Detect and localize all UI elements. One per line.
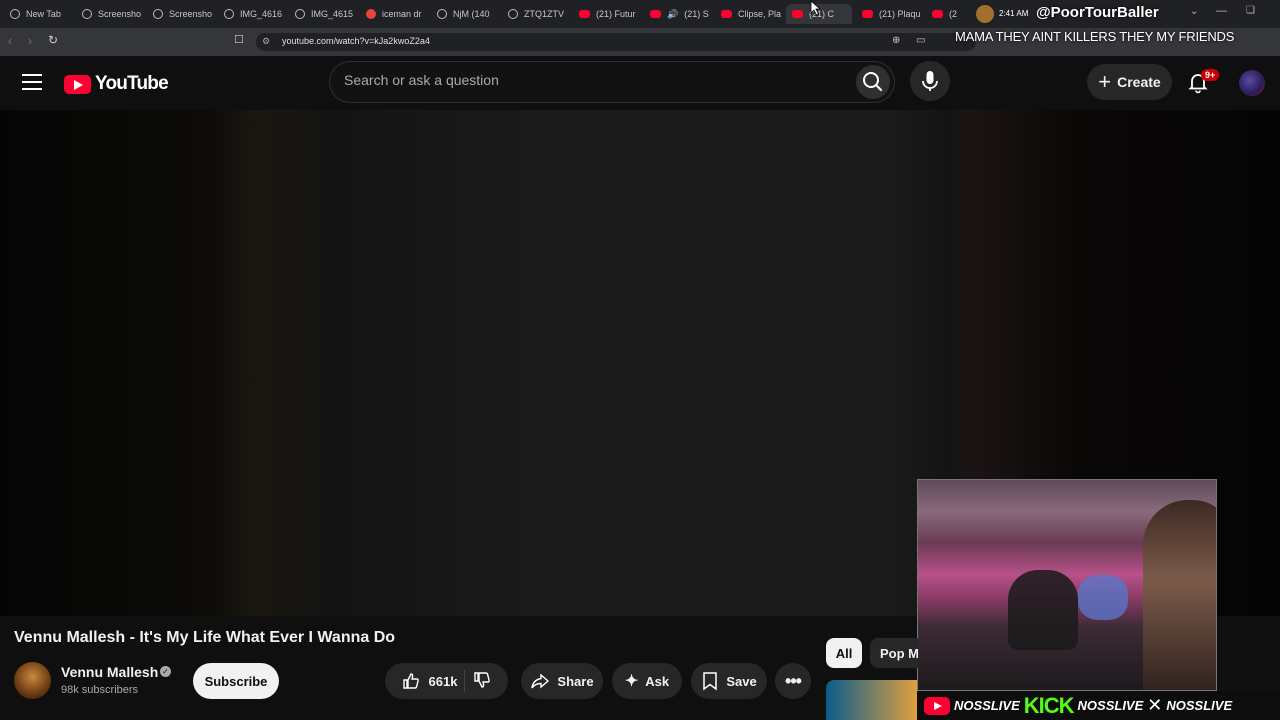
chip-all[interactable]: All — [826, 638, 862, 668]
recommended-thumbnail[interactable] — [826, 680, 917, 720]
voice-search-button[interactable] — [910, 61, 950, 101]
ask-button[interactable]: ✦ Ask — [612, 663, 682, 699]
site-info-icon[interactable]: ⚙ — [262, 36, 270, 47]
forward-icon[interactable]: › — [28, 34, 32, 48]
browser-tab[interactable]: New Tab — [10, 4, 72, 24]
overlay-clock: 2:41 AM — [999, 9, 1029, 18]
overlay-avatar — [976, 5, 994, 23]
divider — [464, 670, 466, 692]
search-button[interactable] — [856, 65, 890, 99]
chip-pop-music[interactable]: Pop M — [870, 638, 918, 668]
overlay-lyric-text: MAMA THEY AINT KILLERS THEY MY FRIENDS — [955, 29, 1235, 44]
channel-avatar[interactable] — [14, 662, 51, 699]
globe-icon — [508, 9, 518, 19]
tab-search-icon[interactable]: ⌄ — [1190, 6, 1198, 17]
youtube-icon — [932, 10, 943, 18]
more-actions-button[interactable]: ••• — [775, 663, 811, 699]
subscribe-button[interactable]: Subscribe — [193, 663, 279, 699]
overlay-handle: @PoorTourBaller — [1036, 4, 1159, 21]
youtube-logo[interactable]: YouTube — [64, 73, 169, 95]
share-button[interactable]: Share — [521, 663, 603, 699]
browser-tab[interactable]: (21) Futur — [579, 4, 641, 24]
browser-tab[interactable]: IMG_4615 — [295, 4, 357, 24]
create-button[interactable]: + Create — [1087, 64, 1172, 100]
globe-icon — [82, 9, 92, 19]
youtube-icon — [924, 696, 950, 715]
url-text: youtube.com/watch?v=kJa2kwoZ2a4 — [282, 36, 430, 46]
zoom-icon[interactable]: ⊕ — [892, 35, 900, 46]
browser-tab[interactable]: Clipse, Pla — [721, 4, 783, 24]
bookmark-save-icon — [703, 672, 718, 691]
youtube-icon — [862, 10, 873, 18]
browser-tab[interactable]: 🔊 (21) S — [650, 4, 712, 24]
browser-tab[interactable]: iceman dr — [366, 4, 428, 24]
verified-check-icon: ✓ — [160, 666, 171, 677]
youtube-play-icon — [64, 74, 91, 94]
restore-icon[interactable]: ❏ — [1246, 5, 1255, 16]
youtube-icon — [721, 10, 732, 18]
mouse-cursor-icon — [810, 0, 822, 16]
youtube-icon — [579, 10, 590, 18]
plus-icon: + — [1098, 69, 1112, 94]
globe-icon — [295, 9, 305, 19]
browser-tab[interactable]: NjM (140 — [437, 4, 499, 24]
hamburger-menu-icon[interactable] — [22, 74, 42, 90]
save-button[interactable]: Save — [691, 663, 767, 699]
minimize-icon[interactable]: — — [1216, 5, 1227, 17]
url-field[interactable]: ⚙ youtube.com/watch?v=kJa2kwoZ2a4 ⊕ ▭ — [256, 33, 976, 51]
x-logo-icon: ✕ — [1147, 695, 1163, 715]
microphone-icon — [922, 71, 938, 91]
search-input[interactable] — [344, 72, 844, 88]
thumbs-up-icon — [402, 673, 419, 689]
browser-tab[interactable]: Screensho — [153, 4, 215, 24]
reload-icon[interactable]: ↻ — [48, 33, 58, 47]
search-icon — [863, 72, 883, 92]
youtube-icon — [650, 10, 661, 18]
video-title: Vennu Mallesh - It's My Life What Ever I… — [14, 629, 396, 646]
poster-figure — [1008, 570, 1078, 650]
globe-icon — [153, 9, 163, 19]
account-avatar[interactable] — [1239, 70, 1265, 96]
bookmark-icon[interactable]: ☐ — [234, 33, 244, 46]
sparkle-icon: ✦ — [624, 673, 639, 690]
subscriber-count: 98k subscribers — [61, 684, 139, 696]
browser-tab[interactable]: Screensho — [82, 4, 144, 24]
browser-tab[interactable]: (21) Plaqu — [862, 4, 924, 24]
globe-icon — [224, 9, 234, 19]
globe-icon — [10, 9, 20, 19]
globe-icon — [437, 9, 447, 19]
kick-logo: KICK — [1023, 692, 1075, 718]
streamer-person — [1143, 500, 1216, 690]
red-circle-icon — [366, 9, 376, 19]
browser-tab[interactable]: IMG_4616 — [224, 4, 286, 24]
channel-name[interactable]: Vennu Mallesh — [61, 664, 158, 680]
search-box — [329, 61, 895, 103]
notification-badge: 9+ — [1201, 69, 1220, 81]
youtube-header: YouTube + Create — [0, 56, 1280, 110]
browser-tab[interactable]: (2 — [932, 4, 972, 24]
share-icon — [531, 673, 550, 689]
stream-social-banner: NOSSLIVE KICK NOSSLIVE ✕ NOSSLIVE — [918, 691, 1280, 720]
plush-toy — [1078, 575, 1128, 620]
webcam-overlay — [917, 479, 1217, 691]
back-icon[interactable]: ‹ — [8, 34, 12, 48]
youtube-icon — [792, 10, 803, 18]
thumbs-down-icon — [474, 671, 491, 688]
dislike-button[interactable] — [472, 670, 492, 693]
like-dislike-group: 661k — [385, 663, 508, 699]
browser-tab[interactable]: ZTQ1ZTV — [508, 4, 570, 24]
speaker-icon: 🔊 — [667, 8, 679, 19]
like-button[interactable]: 661k — [401, 671, 457, 691]
cast-icon[interactable]: ▭ — [916, 35, 925, 46]
more-horizontal-icon: ••• — [785, 670, 802, 691]
